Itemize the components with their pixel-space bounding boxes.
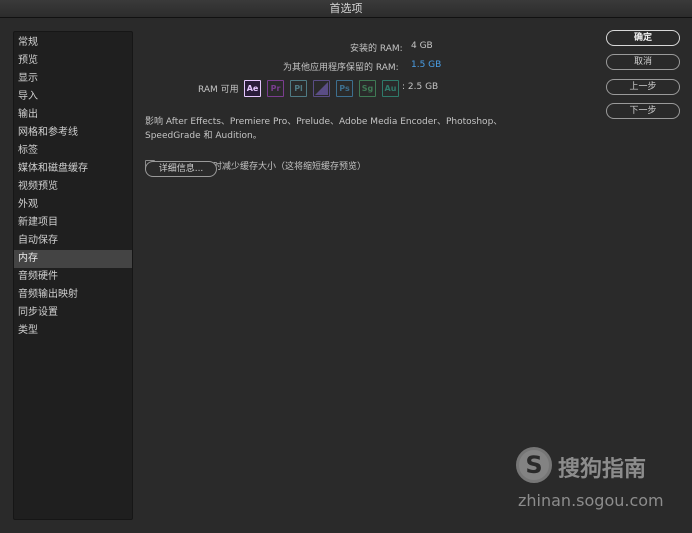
window-title: 首选项 <box>0 0 692 18</box>
ok-button[interactable]: 确定 <box>606 30 680 46</box>
sidebar-item-general[interactable]: 常规 <box>14 34 132 52</box>
reserved-ram-label: 为其他应用程序保留的 RAM: <box>283 63 399 73</box>
previous-button[interactable]: 上一步 <box>606 79 680 95</box>
watermark-url: zhinan.sogou.com <box>518 491 664 510</box>
cancel-button[interactable]: 取消 <box>606 54 680 70</box>
audition-icon: Au <box>382 80 399 97</box>
sidebar-item-appearance[interactable]: 外观 <box>14 196 132 214</box>
affects-line-2: SpeedGrade 和 Audition。 <box>145 131 262 141</box>
sidebar-item-display[interactable]: 显示 <box>14 70 132 88</box>
sidebar-item-audio-hardware[interactable]: 音频硬件 <box>14 268 132 286</box>
sidebar-item-video-preview[interactable]: 视频预览 <box>14 178 132 196</box>
details-button[interactable]: 详细信息... <box>145 161 217 177</box>
installed-ram-value: 4 GB <box>411 41 433 51</box>
next-button[interactable]: 下一步 <box>606 103 680 119</box>
media-encoder-icon <box>313 80 330 97</box>
sidebar: 常规 预览 显示 导入 输出 网格和参考线 标签 媒体和磁盘缓存 视频预览 外观… <box>13 31 133 520</box>
watermark-title: 搜狗指南 <box>558 457 647 482</box>
sidebar-item-audio-output-mapping[interactable]: 音频输出映射 <box>14 286 132 304</box>
premiere-pro-icon: Pr <box>267 80 284 97</box>
sidebar-item-sync-settings[interactable]: 同步设置 <box>14 304 132 322</box>
sidebar-item-media-disk-cache[interactable]: 媒体和磁盘缓存 <box>14 160 132 178</box>
sidebar-item-grids-guides[interactable]: 网格和参考线 <box>14 124 132 142</box>
sidebar-item-previews[interactable]: 预览 <box>14 52 132 70</box>
available-ram-label: RAM 可用 <box>198 85 239 95</box>
affects-line-1: 影响 After Effects、Premiere Pro、Prelude、Ad… <box>145 117 503 127</box>
sidebar-item-new-project[interactable]: 新建项目 <box>14 214 132 232</box>
sogou-logo-icon: S <box>516 447 552 483</box>
after-effects-icon: Ae <box>244 80 261 97</box>
sidebar-item-auto-save[interactable]: 自动保存 <box>14 232 132 250</box>
available-ram-value: : 2.5 GB <box>402 82 439 92</box>
installed-ram-label: 安装的 RAM: <box>350 44 403 54</box>
speedgrade-icon: Sg <box>359 80 376 97</box>
sidebar-item-memory[interactable]: 内存 <box>14 250 132 268</box>
photoshop-icon: Ps <box>336 80 353 97</box>
prelude-icon: Pl <box>290 80 307 97</box>
sidebar-item-import[interactable]: 导入 <box>14 88 132 106</box>
sidebar-item-labels[interactable]: 标签 <box>14 142 132 160</box>
sidebar-item-type[interactable]: 类型 <box>14 322 132 340</box>
sidebar-item-output[interactable]: 输出 <box>14 106 132 124</box>
reserved-ram-value[interactable]: 1.5 GB <box>411 60 441 70</box>
